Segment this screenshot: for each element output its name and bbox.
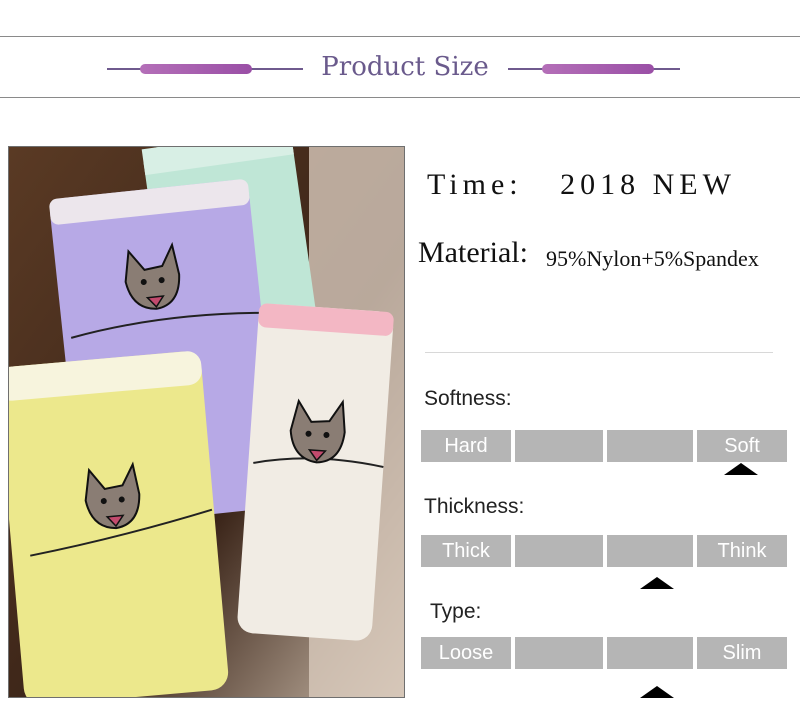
- time-label: Time:: [427, 168, 523, 201]
- type-marker: [640, 686, 674, 698]
- thickness-segment-3: [607, 535, 693, 567]
- type-left-label: Loose: [421, 637, 511, 669]
- softness-right-label: Soft: [697, 430, 787, 462]
- header-right-pill: [542, 64, 654, 74]
- type-segment-3: [607, 637, 693, 669]
- time-line: Time: 2018 NEW: [427, 168, 736, 202]
- type-scale: Loose Slim: [421, 637, 787, 669]
- thickness-right-label: Think: [697, 535, 787, 567]
- time-value: 2018 NEW: [560, 168, 736, 201]
- thickness-left-label: Thick: [421, 535, 511, 567]
- cream-garment: [237, 303, 394, 641]
- underwear-illustration: [9, 147, 404, 697]
- yellow-garment: [9, 351, 229, 697]
- softness-label: Softness:: [424, 387, 512, 410]
- type-right-label: Slim: [697, 637, 787, 669]
- softness-segment-3: [607, 430, 693, 462]
- softness-left-label: Hard: [421, 430, 511, 462]
- product-photo: [8, 146, 405, 698]
- softness-scale: Hard Soft: [421, 430, 787, 462]
- material-label: Material:: [418, 236, 528, 269]
- type-label: Type:: [430, 600, 482, 623]
- thickness-label: Thickness:: [424, 495, 525, 518]
- type-segment-2: [515, 637, 603, 669]
- thickness-segment-2: [515, 535, 603, 567]
- softness-marker: [724, 463, 758, 475]
- material-value: 95%Nylon+5%Spandex: [546, 246, 759, 271]
- page-title: Product Size: [321, 52, 489, 82]
- thickness-scale: Thick Think: [421, 535, 787, 567]
- header-left-pill: [140, 64, 252, 74]
- softness-segment-2: [515, 430, 603, 462]
- header-bottom-rule: [0, 97, 800, 98]
- thickness-marker: [640, 577, 674, 589]
- divider: [425, 352, 773, 353]
- header-top-rule: [0, 36, 800, 37]
